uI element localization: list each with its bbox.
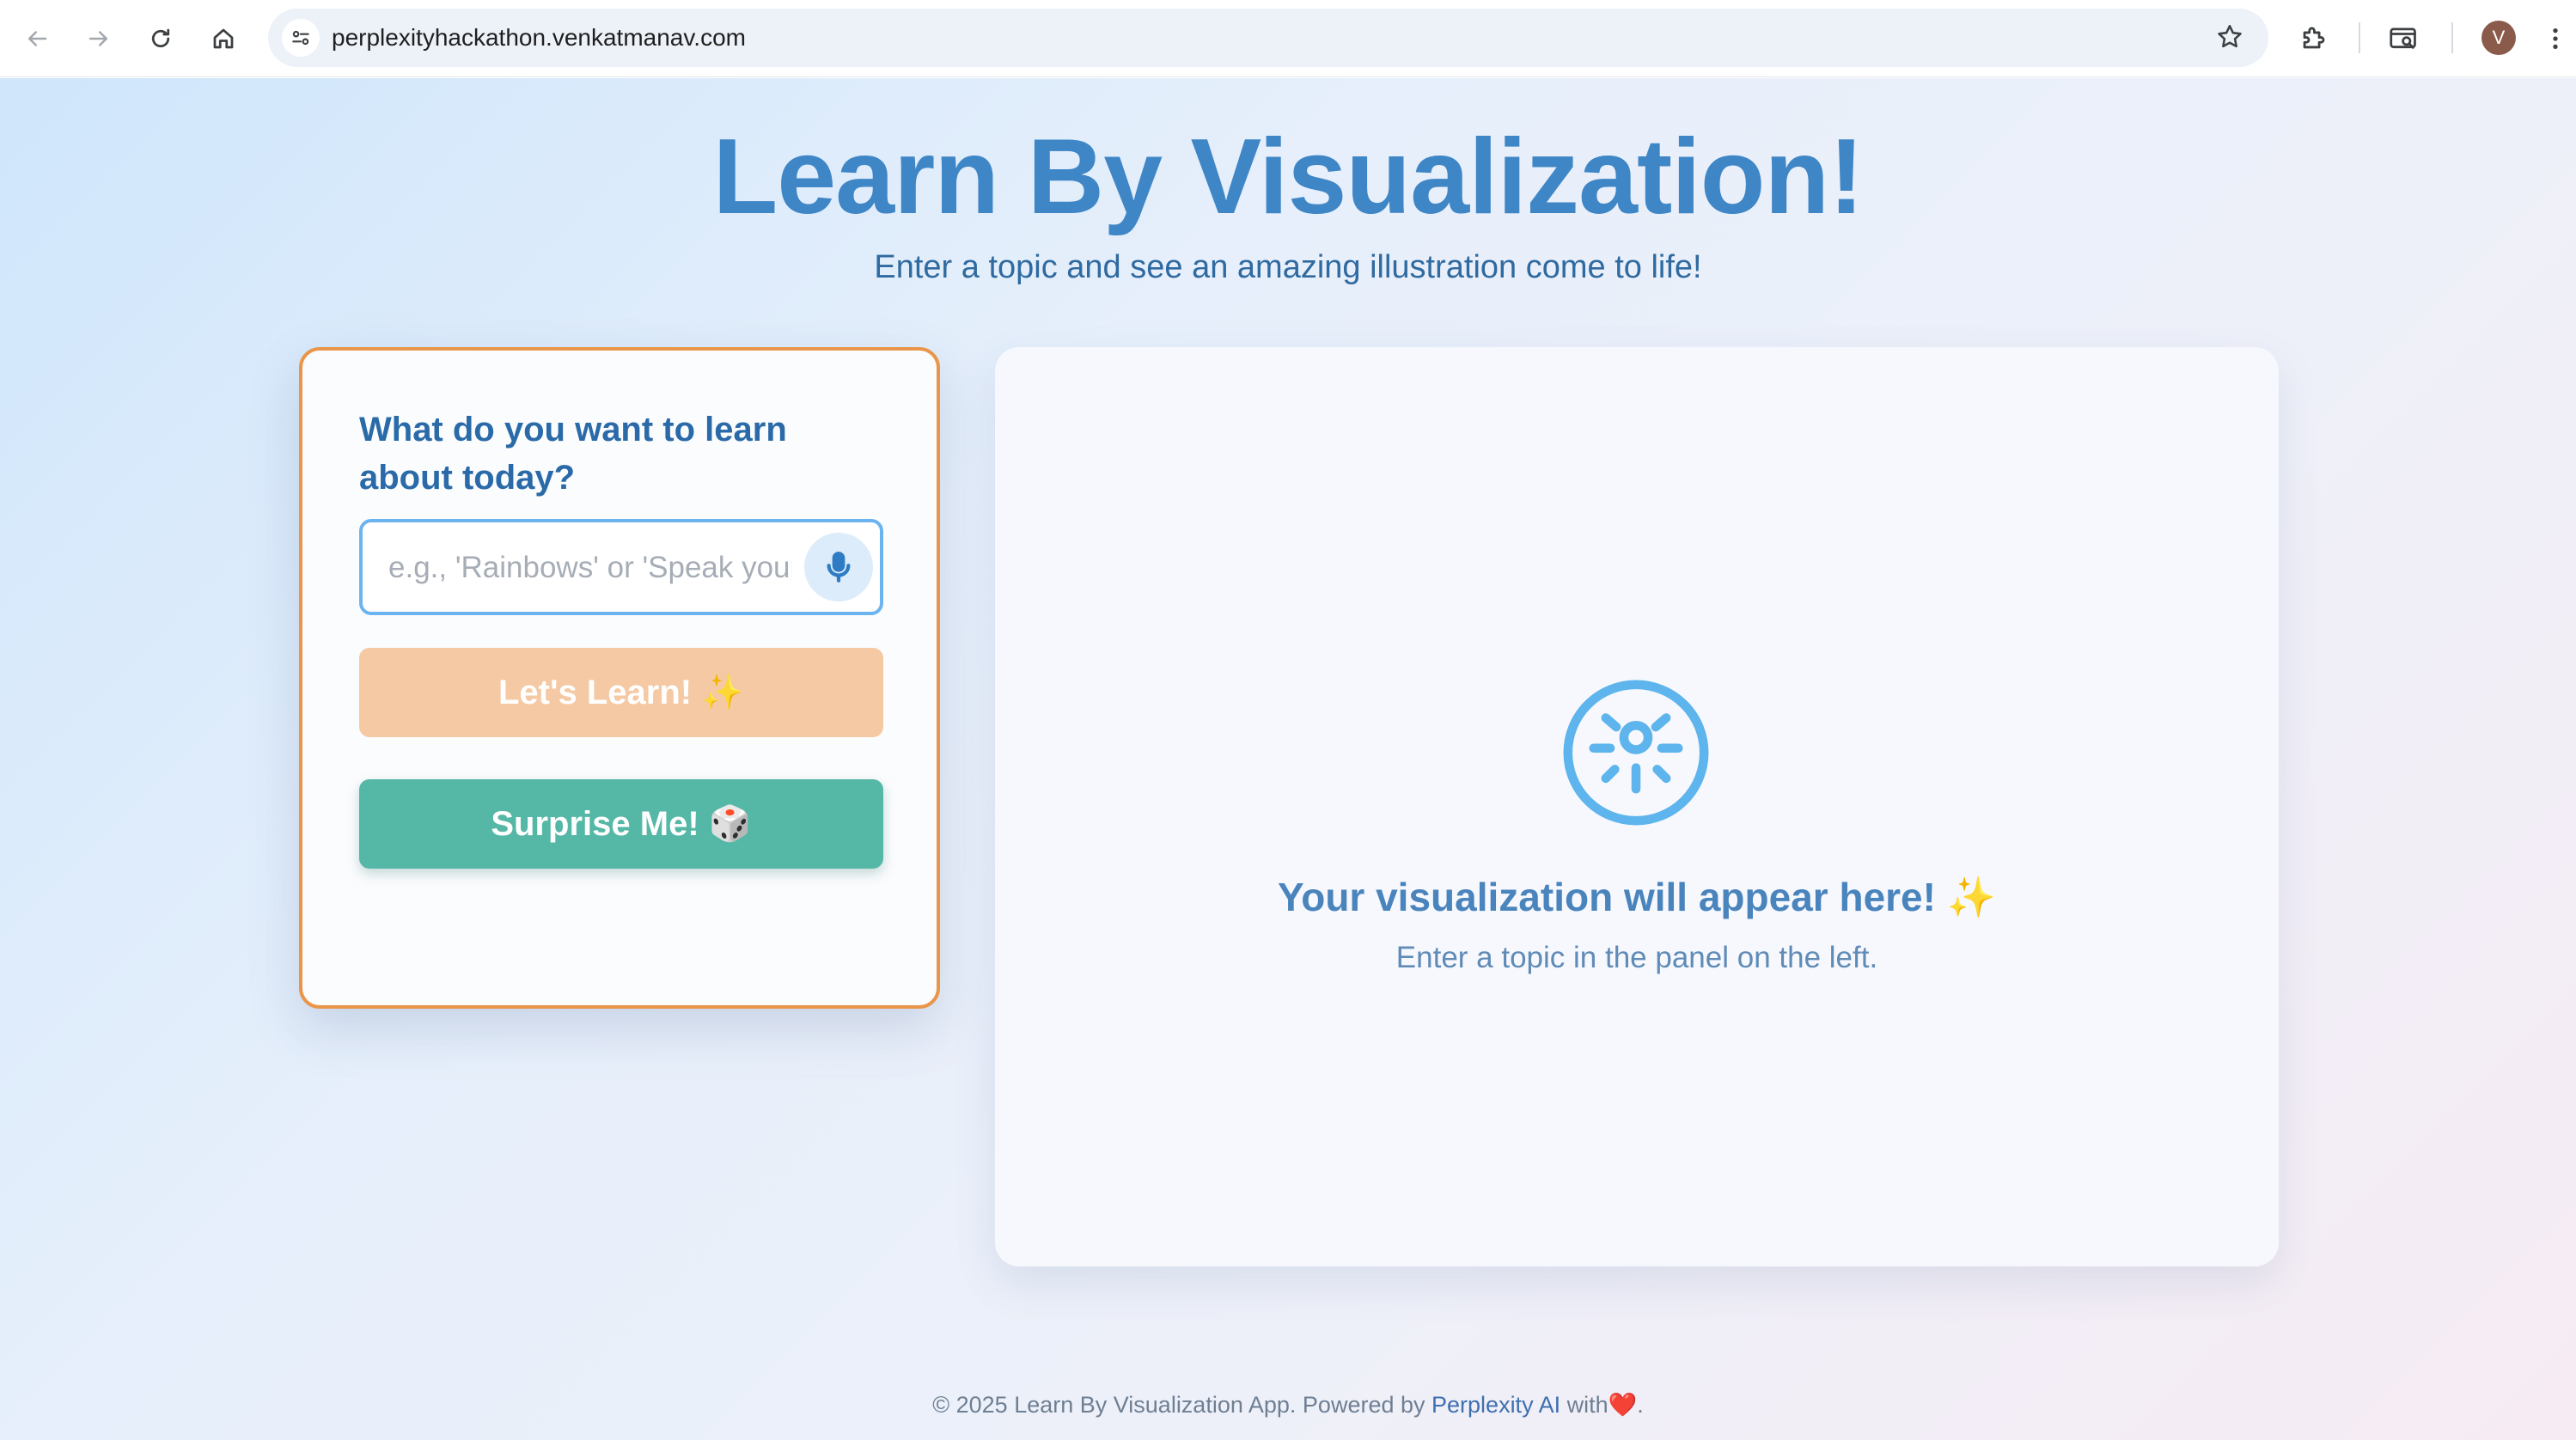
visualization-heading-text: Your visualization will appear here! [1277, 875, 1936, 919]
lightbulb-sun-icon [1563, 680, 1709, 826]
footer-with-text: with [1566, 1392, 1608, 1418]
address-bar[interactable]: perplexityhackathon.venkatmanav.com [268, 9, 2268, 67]
surprise-me-label: Surprise Me! [491, 805, 699, 843]
tab-search-button[interactable] [2382, 16, 2426, 61]
home-button[interactable] [201, 16, 246, 61]
topic-question-label: What do you want to learn about today? [359, 411, 787, 497]
back-button[interactable] [15, 16, 59, 61]
topic-panel: What do you want to learn about today? L… [299, 347, 940, 1009]
sparkles-icon: ✨ [1946, 875, 1997, 919]
tab-search-icon [2390, 27, 2416, 49]
toolbar-divider [2359, 22, 2360, 53]
footer: © 2025 Learn By Visualization App. Power… [0, 1389, 2576, 1420]
browser-menu-button[interactable] [2538, 16, 2573, 61]
lets-learn-button[interactable]: Let's Learn! ✨ [359, 648, 883, 737]
arrow-right-icon [89, 31, 107, 46]
extensions-button[interactable] [2291, 16, 2335, 61]
bookmark-button[interactable] [2215, 22, 2244, 55]
dice-icon: 🎲 [708, 805, 752, 843]
heart-icon: ❤️ [1608, 1392, 1638, 1418]
footer-end: . [1637, 1392, 1644, 1418]
visualization-panel: Your visualization will appear here! ✨ E… [995, 347, 2279, 1266]
topic-input[interactable] [388, 545, 792, 591]
toolbar-divider [2451, 22, 2453, 53]
perplexity-link[interactable]: Perplexity AI [1431, 1392, 1560, 1418]
surprise-me-button[interactable]: Surprise Me! 🎲 [359, 779, 883, 869]
tune-icon [292, 30, 309, 46]
kebab-menu-icon [2553, 28, 2558, 49]
reload-button[interactable] [138, 16, 183, 61]
page-subtitle: Enter a topic and see an amazing illustr… [874, 249, 1702, 285]
sparkles-icon: ✨ [701, 674, 745, 711]
voice-input-button[interactable] [804, 533, 873, 601]
topic-input-wrapper [359, 519, 883, 615]
browser-toolbar: perplexityhackathon.venkatmanav.com V [0, 0, 2576, 77]
star-icon [2218, 24, 2242, 48]
url-text[interactable]: perplexityhackathon.venkatmanav.com [332, 22, 746, 53]
footer-text: © 2025 Learn By Visualization App. Power… [932, 1392, 1425, 1418]
microphone-icon [827, 552, 851, 583]
reload-icon [151, 28, 170, 48]
lets-learn-label: Let's Learn! [497, 674, 693, 711]
avatar[interactable]: V [2481, 21, 2516, 55]
visualization-placeholder-subtext: Enter a topic in the panel on the left. [1395, 941, 1878, 974]
page-title: Learn By Visualization! [712, 118, 1864, 236]
forward-button[interactable] [76, 16, 121, 61]
page-content: Learn By Visualization! Enter a topic an… [0, 78, 2576, 1440]
puzzle-icon [2303, 27, 2325, 49]
visualization-placeholder-heading: Your visualization will appear here! ✨ [995, 871, 2279, 923]
arrow-left-icon [28, 31, 47, 46]
home-icon [213, 28, 234, 49]
site-settings-button[interactable] [282, 19, 320, 57]
